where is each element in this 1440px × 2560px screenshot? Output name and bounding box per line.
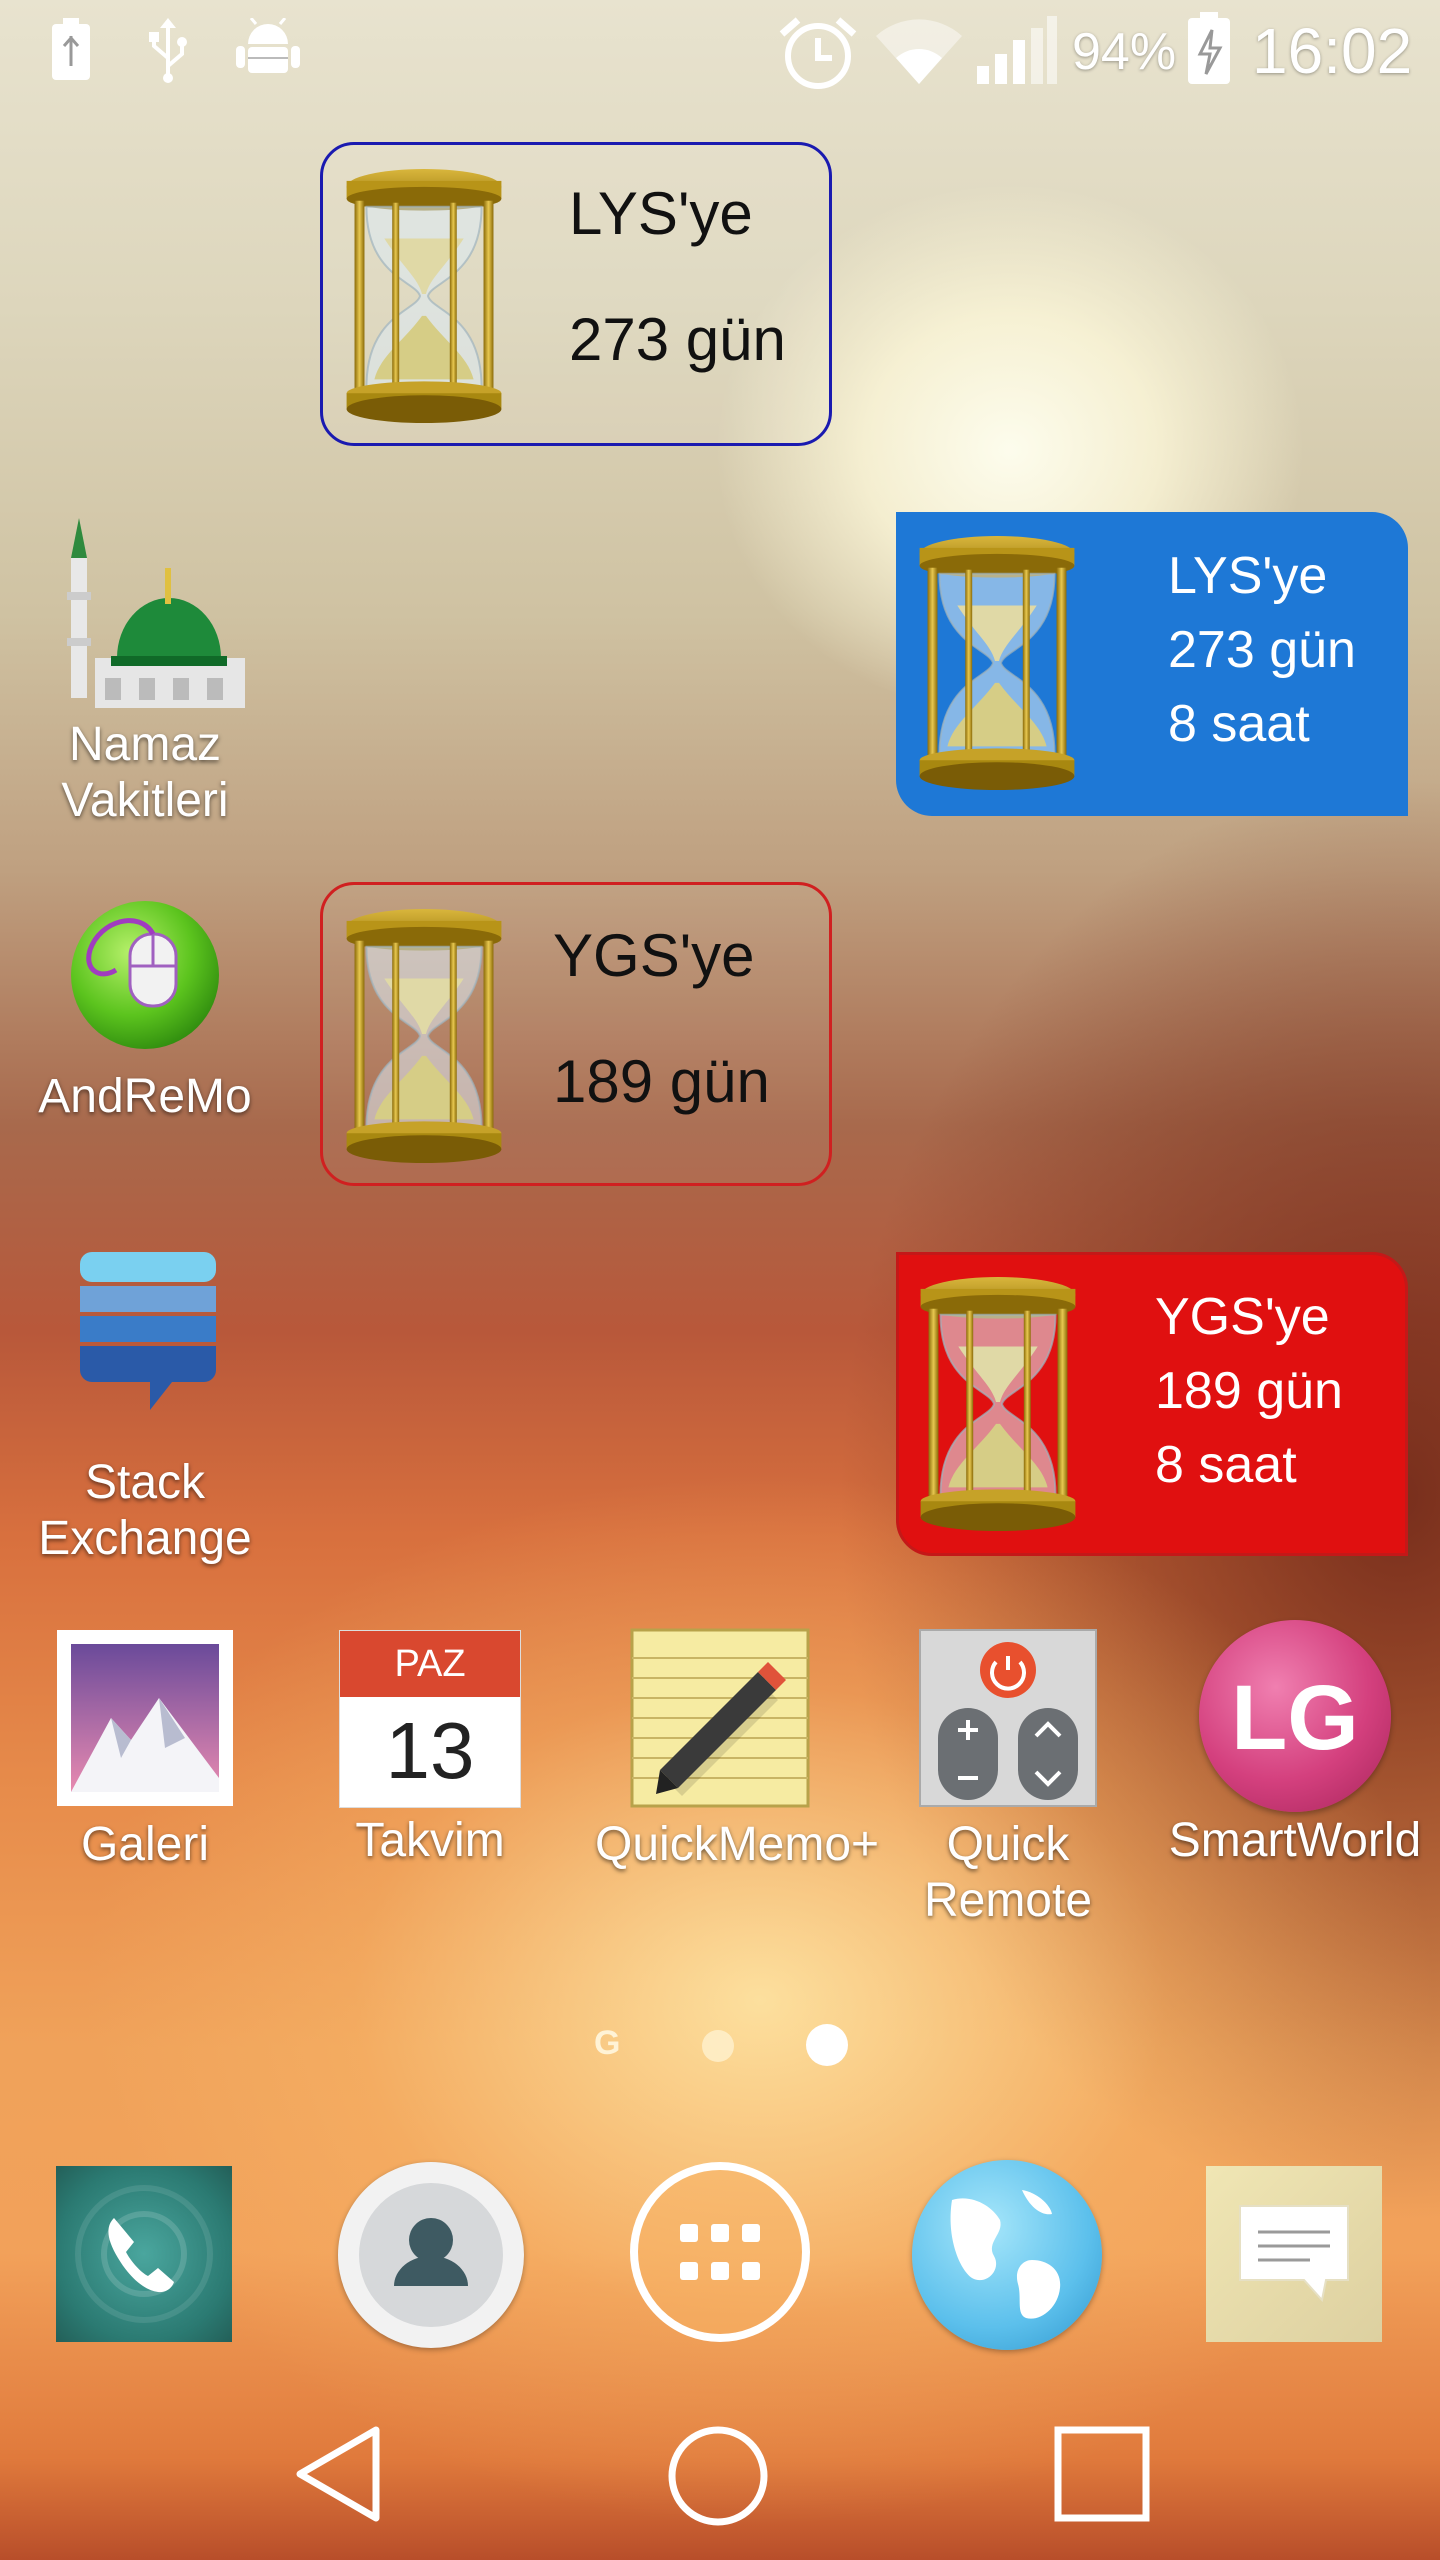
ygs-countdown-widget-red[interactable]: YGS'ye 189 gün 8 saat [896, 1252, 1408, 1556]
usb-icon [148, 18, 188, 88]
app-label: AndReMo [38, 1070, 252, 1123]
contacts-icon[interactable] [338, 2162, 524, 2348]
browser-globe-icon[interactable] [912, 2160, 1102, 2350]
page-dot-active[interactable] [806, 2024, 848, 2066]
calendar-icon: PAZ 13 [339, 1630, 521, 1808]
app-quick-remote[interactable]: Quick Remote [883, 1628, 1133, 1930]
ygs-countdown-widget[interactable]: YGS'ye 189 gün [320, 882, 832, 1186]
calendar-day-number: 13 [385, 1706, 475, 1795]
app-galeri[interactable]: Galeri [20, 1628, 270, 1874]
app-label: Takvim [355, 1814, 505, 1867]
alarm-icon [776, 14, 860, 94]
app-label: Exchange [38, 1512, 252, 1565]
remote-control-icon [919, 1629, 1097, 1807]
hourglass-icon [343, 167, 505, 425]
app-label: Namaz [68, 718, 222, 771]
signal-icon [975, 14, 1057, 90]
lg-globe-icon: LG [1199, 1620, 1391, 1812]
ygs-red-days: 189 gün [1155, 1362, 1343, 1420]
app-label: Stack [84, 1456, 206, 1509]
lys-widget-days: 273 gün [569, 306, 786, 373]
android-debug-icon [234, 17, 302, 82]
ygs-red-title: YGS'ye [1155, 1288, 1330, 1346]
mosque-icon [67, 518, 245, 708]
messaging-icon[interactable] [1206, 2166, 1382, 2342]
ygs-widget-title: YGS'ye [553, 922, 755, 989]
app-label: Vakitleri [61, 774, 229, 827]
lg-logo-text: LG [1231, 1667, 1359, 1769]
app-drawer-icon[interactable] [630, 2162, 810, 2342]
app-stack-exchange[interactable]: Stack Exchange [20, 1250, 270, 1568]
mouse-icon [71, 901, 219, 1049]
google-page-indicator[interactable]: G [594, 2024, 620, 2063]
clock: 16:02 [1252, 15, 1413, 87]
memo-pencil-icon [630, 1628, 810, 1808]
app-namaz-vakitleri[interactable]: Namaz Vakitleri [20, 508, 270, 830]
calendar-day-abbr: PAZ [340, 1631, 520, 1697]
wifi-icon [874, 18, 964, 90]
app-label: QuickMemo+ [595, 1818, 880, 1871]
recents-icon[interactable] [1052, 2424, 1152, 2524]
app-smartworld[interactable]: LG SmartWorld [1169, 1620, 1421, 1870]
app-quickmemo[interactable]: QuickMemo+ [595, 1628, 880, 1874]
phone-icon[interactable] [56, 2166, 232, 2342]
battery-icon [1186, 12, 1232, 90]
app-andremo[interactable]: AndReMo [20, 890, 270, 1126]
ygs-red-hours: 8 saat [1155, 1436, 1297, 1494]
lys-countdown-widget-blue[interactable]: LYS'ye 273 gün 8 saat [896, 512, 1408, 816]
lys-widget-title: LYS'ye [569, 180, 753, 247]
lys-blue-days: 273 gün [1168, 621, 1356, 679]
battery-charging-icon [50, 18, 92, 86]
page-dot-inactive[interactable] [702, 2030, 734, 2062]
gallery-icon [57, 1630, 233, 1806]
lys-countdown-widget[interactable]: LYS'ye 273 gün [320, 142, 832, 446]
battery-percent: 94% [1072, 23, 1177, 81]
app-takvim[interactable]: PAZ 13 Takvim [305, 1628, 555, 1870]
lys-blue-title: LYS'ye [1168, 547, 1328, 605]
app-label: Remote [923, 1874, 1093, 1927]
hourglass-icon [916, 534, 1078, 792]
app-label: Galeri [80, 1818, 210, 1871]
lys-blue-hours: 8 saat [1168, 695, 1310, 753]
hourglass-icon [343, 907, 505, 1165]
ygs-widget-days: 189 gün [553, 1048, 770, 1115]
app-label: SmartWorld [1168, 1814, 1422, 1867]
app-label: Quick [946, 1818, 1070, 1871]
status-bar: 94% 16:02 [0, 0, 1440, 100]
hourglass-icon [917, 1275, 1079, 1533]
home-icon[interactable] [666, 2424, 770, 2528]
stack-exchange-icon [80, 1252, 216, 1410]
back-icon[interactable] [290, 2424, 390, 2524]
